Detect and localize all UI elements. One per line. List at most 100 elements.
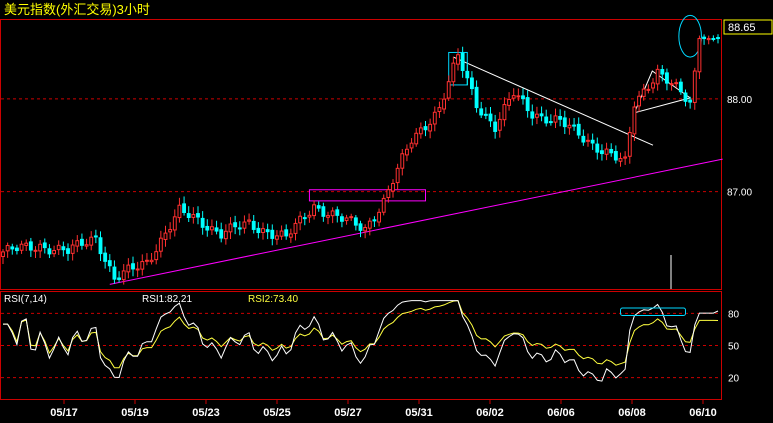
candle-body	[93, 235, 98, 238]
candle-body	[581, 135, 586, 143]
candle-body	[711, 37, 716, 40]
candle-body	[316, 205, 321, 209]
candle-body	[414, 132, 419, 145]
candle-body	[270, 229, 275, 239]
candle-body	[548, 121, 553, 124]
x-tick-label: 05/19	[121, 407, 149, 419]
price-gridlines	[1, 98, 721, 193]
candle-body	[158, 237, 163, 252]
chart-title: 美元指数(外汇交易)3小时	[4, 2, 150, 17]
candle-body	[168, 229, 173, 233]
rsi2-legend: RSI2:73.40	[248, 294, 298, 305]
candle-body	[302, 217, 307, 220]
x-tick-label: 06/06	[547, 407, 575, 419]
candle-body	[391, 182, 395, 192]
candle-body	[572, 124, 577, 127]
candle-body	[609, 148, 614, 154]
candle-body	[488, 113, 493, 122]
candle-body	[613, 151, 618, 161]
candle-body	[284, 229, 289, 237]
x-tick-label: 05/27	[334, 407, 362, 419]
candle-body	[321, 206, 326, 217]
candle-body	[553, 115, 558, 123]
candle-body	[24, 242, 29, 246]
candle-body	[307, 214, 312, 218]
candle-body	[525, 97, 530, 112]
price-chart[interactable]: 88.00 87.00 88.65 美元指数(外汇交易)3小时 RSI(7,14)…	[0, 0, 773, 423]
candle-body	[186, 213, 191, 218]
candle-body	[117, 277, 122, 280]
candle-body	[651, 82, 655, 89]
candle-body	[632, 106, 637, 135]
candle-body	[381, 197, 386, 213]
x-tick-label: 06/10	[689, 407, 717, 419]
candle-body	[196, 213, 200, 218]
candle-body	[339, 216, 344, 222]
candle-body	[5, 245, 10, 252]
candle-body	[10, 246, 15, 250]
candle-body	[330, 210, 335, 217]
candle-body	[474, 86, 479, 109]
trendline	[453, 56, 654, 146]
candle-body	[358, 223, 363, 231]
candle-body	[274, 235, 279, 240]
x-tick-label: 06/02	[476, 407, 504, 419]
candle-body	[465, 70, 470, 79]
candle-body	[1, 251, 5, 258]
candle-body	[98, 237, 103, 255]
candle-body	[312, 204, 317, 217]
candle-body	[483, 113, 488, 116]
candle-body	[247, 219, 252, 222]
candle-body	[511, 95, 516, 99]
candle-body	[442, 98, 447, 110]
candle-body	[418, 127, 423, 135]
price-panel-frame	[0, 19, 722, 290]
candle-body	[265, 229, 270, 233]
candle-body	[460, 52, 465, 72]
candle-body	[42, 242, 47, 249]
rsi-tick-label: 20	[728, 374, 740, 385]
candle-body	[293, 222, 298, 234]
candle-body	[335, 209, 340, 216]
candle-body	[660, 69, 665, 75]
candle-body	[288, 233, 293, 238]
candle-body	[432, 111, 437, 125]
candle-body	[702, 36, 707, 40]
x-tick-label: 05/23	[192, 407, 220, 419]
candle-body	[344, 217, 349, 222]
candle-body	[641, 88, 646, 97]
candle-body	[646, 88, 651, 91]
candle-body	[233, 222, 238, 228]
candle-body	[595, 143, 600, 153]
rsi2-line	[3, 300, 719, 369]
candle-body	[683, 92, 688, 102]
candle-body	[590, 139, 595, 144]
price-tick-label: 88.00	[727, 95, 752, 106]
candle-body	[502, 104, 507, 121]
candle-body	[618, 158, 623, 162]
candle-body	[692, 70, 697, 103]
candle-body	[19, 243, 24, 251]
candle-body	[237, 227, 242, 230]
candle-body	[493, 121, 498, 132]
candle-body	[182, 203, 187, 214]
candle-body	[539, 113, 544, 117]
candle-body	[251, 220, 256, 230]
candle-body	[604, 148, 609, 155]
candle-body	[558, 116, 563, 120]
candlestick-series	[1, 34, 720, 285]
candle-body	[209, 226, 214, 231]
candle-body	[84, 244, 89, 247]
x-tick-label: 06/08	[618, 407, 646, 419]
candle-body	[89, 236, 94, 246]
rsi1-line	[3, 300, 719, 382]
candle-body	[567, 124, 572, 129]
candle-body	[191, 214, 196, 218]
candle-body	[562, 117, 567, 128]
price-axis: 88.00 87.00	[727, 95, 752, 199]
candle-body	[469, 77, 474, 90]
candle-body	[377, 211, 382, 223]
candle-body	[154, 251, 159, 261]
last-price-label: 88.65	[728, 22, 756, 34]
candle-body	[14, 247, 19, 252]
